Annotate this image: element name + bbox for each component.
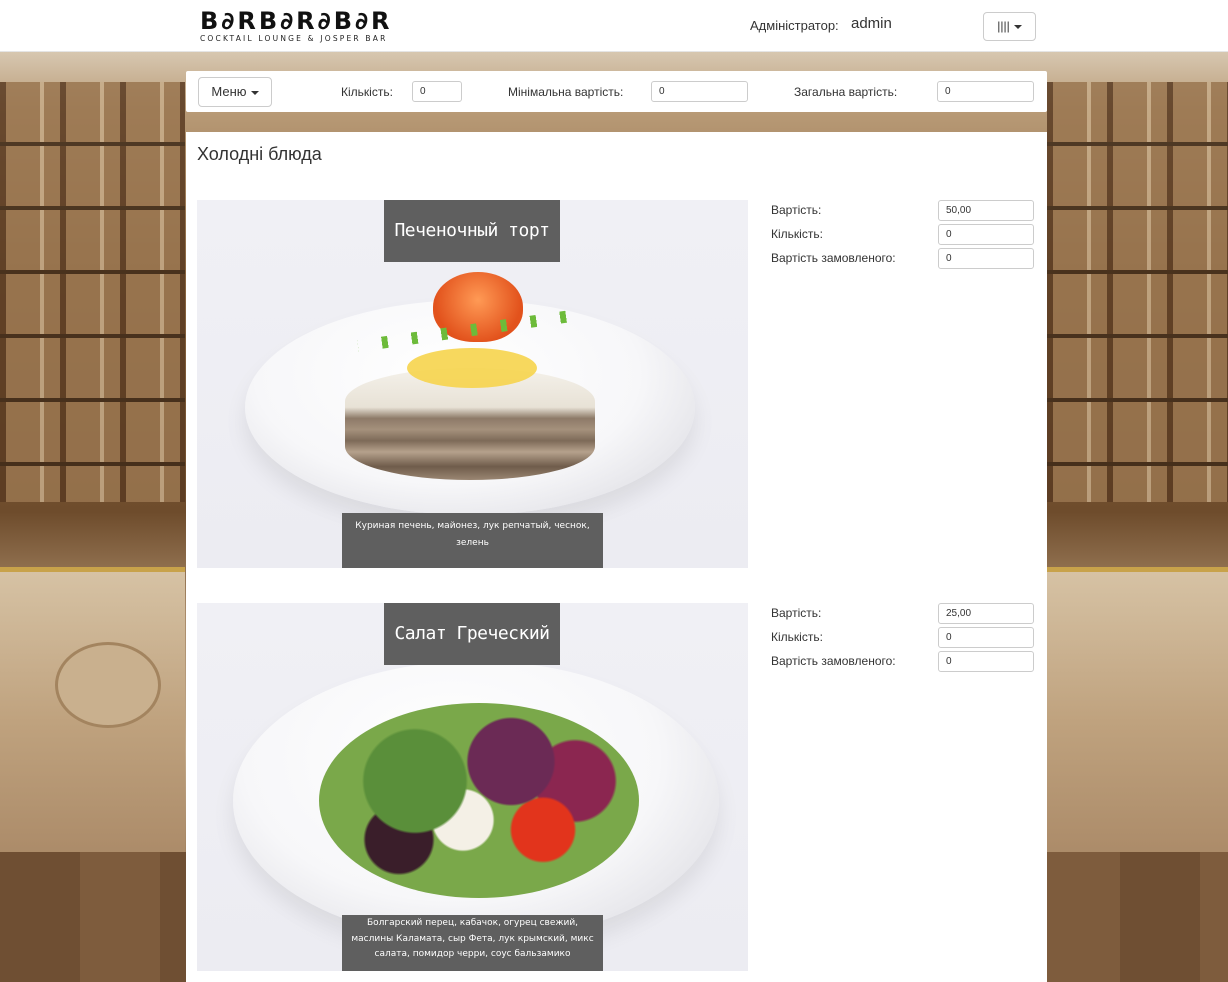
bar-shelf-left	[0, 82, 185, 502]
dish-description: Болгарский перец, кабачок, огурец свежий…	[342, 915, 603, 971]
logo-tagline: COCKTAIL LOUNGE & JOSPER BAR	[200, 34, 388, 43]
navbar-dropdown-label: ||||	[997, 19, 1010, 33]
dish-photo: Салат Греческий Болгарский перец, кабачо…	[197, 603, 748, 971]
quantity-label: Кількість:	[771, 630, 823, 644]
dish-description: Куриная печень, майонез, лук репчатый, ч…	[342, 513, 603, 568]
menu-dropdown-button[interactable]: Меню	[198, 77, 272, 107]
ordered-cost-input[interactable]: 0	[938, 651, 1034, 672]
navbar-dropdown-button[interactable]: ||||	[983, 12, 1036, 41]
total-cost-label: Загальна вартість:	[794, 85, 898, 99]
logo-wordmark: B∂RB∂R∂B∂R	[200, 7, 393, 35]
caret-down-icon	[1013, 24, 1022, 29]
min-cost-label: Мінімальна вартість:	[508, 85, 624, 99]
ordered-cost-input[interactable]: 0	[938, 248, 1034, 269]
greek-salad-image	[319, 703, 639, 898]
admin-label: Адміністратор:	[750, 18, 839, 33]
dish-photo: Печеночный торт Куриная печень, майонез,…	[197, 200, 748, 568]
bar-counter-right	[1047, 572, 1228, 872]
filter-bar: Меню Кількість: 0 Мінімальна вартість: 0…	[186, 71, 1047, 112]
quantity-label: Кількість:	[341, 85, 393, 99]
quantity-input[interactable]: 0	[938, 627, 1034, 648]
top-navbar: B∂RB∂R∂B∂R COCKTAIL LOUNGE & JOSPER BAR …	[0, 0, 1228, 52]
cost-label: Вартість:	[771, 606, 822, 620]
egg-garnish	[407, 348, 537, 388]
section-title: Холодні блюда	[197, 144, 322, 164]
dish-card: Печеночный торт Куриная печень, майонез,…	[197, 200, 1047, 568]
brand-logo[interactable]: B∂RB∂R∂B∂R COCKTAIL LOUNGE & JOSPER BAR	[200, 8, 415, 48]
quantity-input[interactable]: 0	[412, 81, 462, 102]
ordered-cost-label: Вартість замовленого:	[771, 251, 896, 265]
quantity-label: Кількість:	[771, 227, 823, 241]
dish-card: Салат Греческий Болгарский перец, кабачо…	[197, 603, 1047, 971]
menu-dropdown-label: Меню	[211, 84, 247, 99]
dish-title: Печеночный торт	[384, 200, 560, 262]
ordered-cost-label: Вартість замовленого:	[771, 654, 896, 668]
quantity-input[interactable]: 0	[938, 224, 1034, 245]
cost-input[interactable]: 50,00	[938, 200, 1034, 221]
caret-down-icon	[250, 90, 259, 95]
min-cost-input[interactable]: 0	[651, 81, 748, 102]
dish-title: Салат Греческий	[384, 603, 560, 665]
menu-panel: Холодні блюда Печеночный торт Куриная пе…	[186, 132, 1047, 982]
bar-shelf-right	[1047, 82, 1228, 502]
bar-counter-left	[0, 572, 185, 872]
cost-label: Вартість:	[771, 203, 822, 217]
cost-input[interactable]: 25,00	[938, 603, 1034, 624]
admin-username: admin	[851, 15, 892, 32]
total-cost-input[interactable]: 0	[937, 81, 1034, 102]
